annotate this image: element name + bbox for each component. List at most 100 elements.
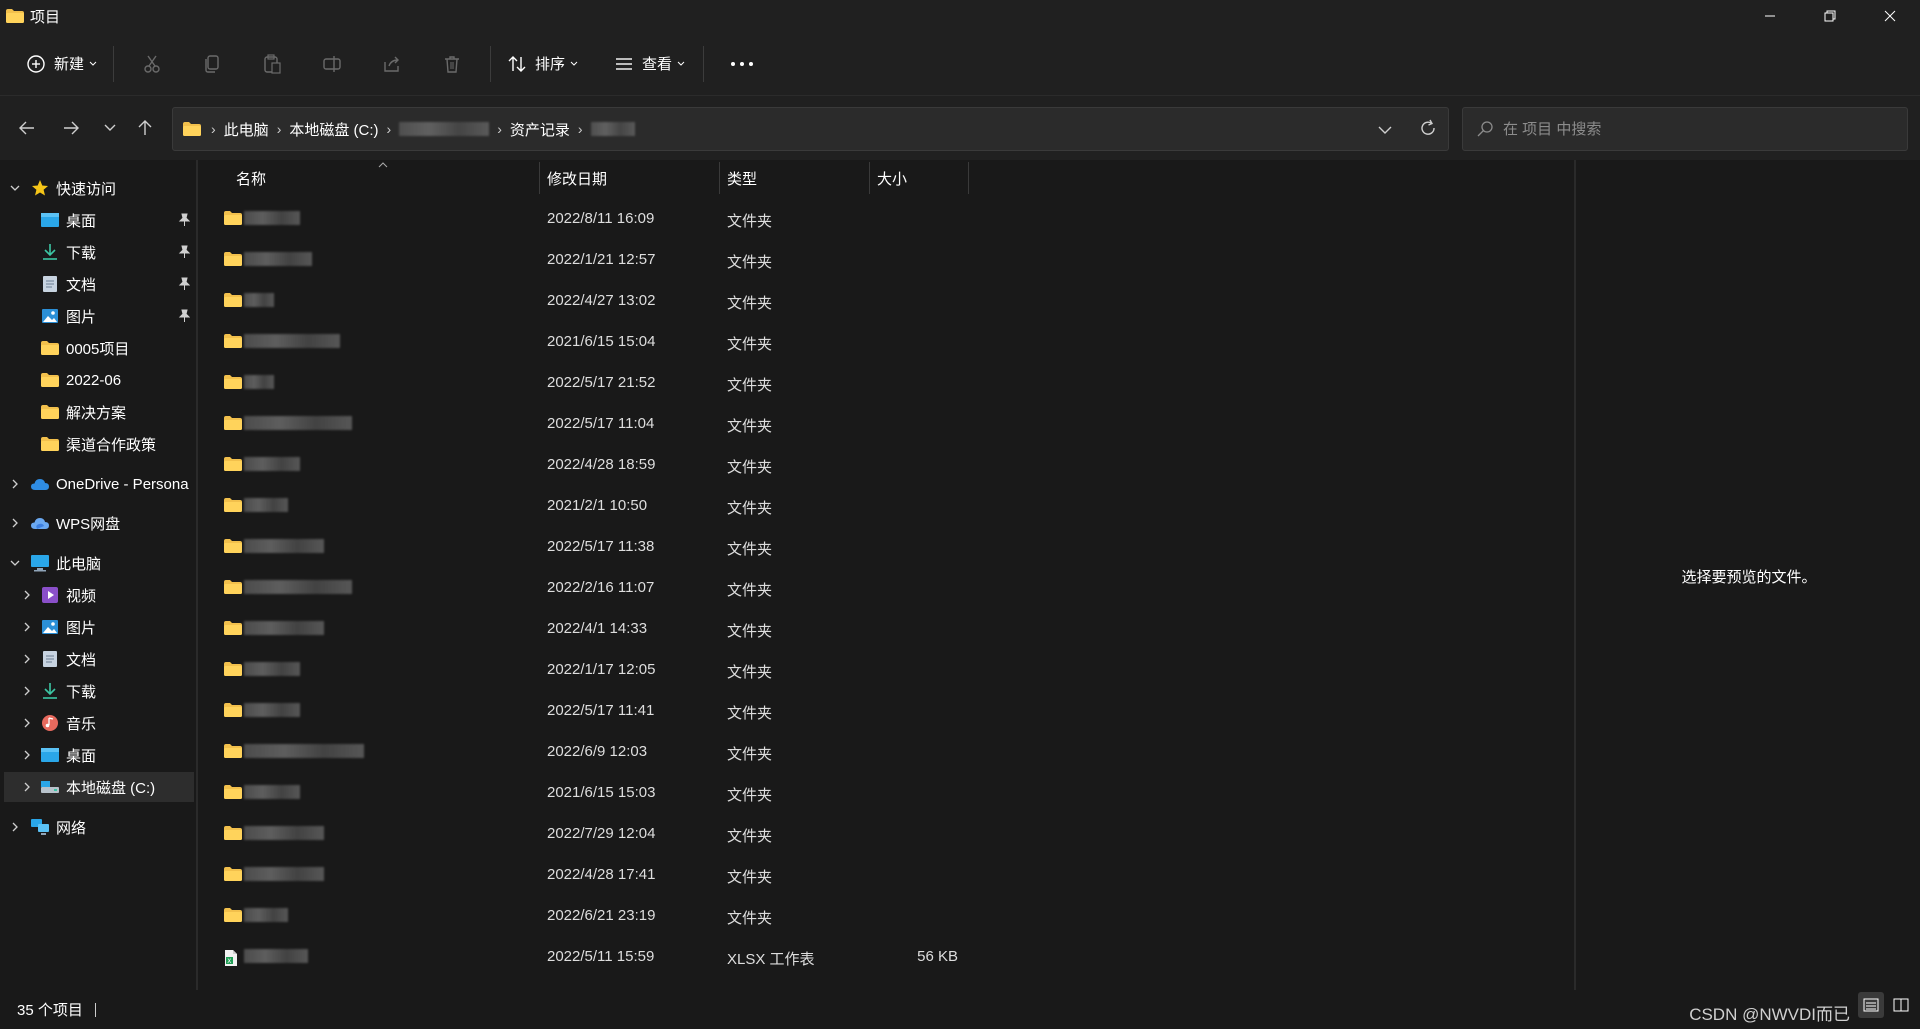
file-row[interactable]: 2022/4/27 13:02 文件夹 [198, 281, 1558, 322]
pin-icon[interactable] [178, 277, 190, 291]
column-separator[interactable] [869, 162, 870, 194]
chevron-right-icon[interactable] [20, 588, 34, 602]
address-bar[interactable]: › 此电脑 › 本地磁盘 (C:) › › 资产记录 › [172, 107, 1449, 151]
folder-icon [224, 252, 242, 266]
tiles-view-button[interactable] [1888, 992, 1914, 1018]
file-row[interactable]: 2022/4/1 14:33 文件夹 [198, 609, 1558, 650]
file-row[interactable]: 2022/1/17 12:05 文件夹 [198, 650, 1558, 691]
breadcrumb-item[interactable]: 本地磁盘 (C:) [289, 119, 378, 140]
file-row[interactable]: 2022/5/17 11:04 文件夹 [198, 404, 1558, 445]
sidebar-item-this-pc[interactable]: 此电脑 [0, 548, 196, 578]
sidebar-item-folder[interactable]: 0005项目 [0, 333, 196, 363]
new-button[interactable]: 新建 [18, 44, 105, 84]
restore-button[interactable] [1800, 0, 1860, 32]
file-row[interactable]: 2021/6/15 15:04 文件夹 [198, 322, 1558, 363]
close-button[interactable] [1860, 0, 1920, 32]
column-header-name[interactable]: 名称 [236, 160, 266, 196]
chevron-down-icon[interactable] [8, 556, 22, 570]
sidebar-item-folder[interactable]: 解决方案 [0, 397, 196, 427]
more-options-button[interactable] [712, 44, 772, 84]
sidebar-item-documents[interactable]: 文档 [0, 644, 196, 674]
folder-icon [224, 662, 242, 676]
sidebar-item-pictures[interactable]: 图片 [0, 301, 196, 331]
chevron-right-icon[interactable] [20, 716, 34, 730]
up-button[interactable] [131, 114, 159, 142]
forward-button[interactable] [57, 114, 85, 142]
file-row[interactable]: 2022/1/21 12:57 文件夹 [198, 240, 1558, 281]
file-row[interactable]: 2022/5/17 11:38 文件夹 [198, 527, 1558, 568]
sidebar-quick-access[interactable]: 快速访问 [0, 173, 196, 203]
file-row[interactable]: 2022/2/16 11:07 文件夹 [198, 568, 1558, 609]
file-row[interactable]: 2022/8/11 16:09 文件夹 [198, 199, 1558, 240]
minimize-button[interactable] [1740, 0, 1800, 32]
breadcrumb-item[interactable]: 资产记录 [510, 119, 570, 140]
chevron-right-icon[interactable] [20, 748, 34, 762]
paste-button[interactable] [242, 44, 302, 84]
chevron-right-icon[interactable] [8, 477, 22, 491]
sidebar-item-desktop[interactable]: 桌面 [0, 205, 196, 235]
cut-button[interactable] [122, 44, 182, 84]
column-header-type[interactable]: 类型 [727, 160, 757, 196]
file-date: 2022/1/21 12:57 [547, 251, 656, 268]
search-box[interactable] [1462, 107, 1908, 151]
column-header-size[interactable]: 大小 [877, 160, 907, 196]
rename-button[interactable] [302, 44, 362, 84]
redacted-breadcrumb[interactable] [399, 122, 490, 136]
chevron-right-icon[interactable] [20, 780, 34, 794]
chevron-right-icon[interactable] [8, 516, 22, 530]
sidebar-item-music[interactable]: 音乐 [0, 708, 196, 738]
sidebar-item-wps-drive[interactable]: WPS网盘 [0, 508, 196, 538]
plus-circle-icon [27, 54, 45, 73]
file-row[interactable]: 2022/4/28 18:59 文件夹 [198, 445, 1558, 486]
copy-button[interactable] [182, 44, 242, 84]
chevron-right-icon[interactable] [20, 620, 34, 634]
sidebar-item-local-disk[interactable]: 本地磁盘 (C:) [4, 772, 194, 802]
file-row[interactable]: 2021/6/15 15:03 文件夹 [198, 773, 1558, 814]
share-button[interactable] [362, 44, 422, 84]
sidebar-item-network[interactable]: 网络 [0, 812, 196, 842]
pin-icon[interactable] [178, 309, 190, 323]
sidebar-item-downloads[interactable]: 下载 [0, 237, 196, 267]
redacted-breadcrumb[interactable] [590, 122, 635, 136]
column-separator[interactable] [968, 162, 969, 194]
file-row[interactable]: X 2022/5/11 15:59 XLSX 工作表 56 KB [198, 937, 1558, 978]
view-button[interactable]: 查看 [606, 44, 693, 84]
column-separator[interactable] [539, 162, 540, 194]
delete-button[interactable] [422, 44, 482, 84]
column-separator[interactable] [719, 162, 720, 194]
sidebar-item-videos[interactable]: 视频 [0, 580, 196, 610]
chevron-down-icon[interactable] [8, 181, 22, 195]
window-title: 项目 [30, 8, 61, 26]
copy-icon [205, 54, 219, 73]
details-view-button[interactable] [1858, 992, 1884, 1018]
file-row[interactable]: 2022/5/17 21:52 文件夹 [198, 363, 1558, 404]
sidebar-item-pictures[interactable]: 图片 [0, 612, 196, 642]
file-row[interactable]: 2022/4/28 17:41 文件夹 [198, 855, 1558, 896]
file-date: 2022/5/17 21:52 [547, 374, 656, 391]
column-header-date[interactable]: 修改日期 [547, 160, 607, 196]
file-row[interactable]: 2021/2/1 10:50 文件夹 [198, 486, 1558, 527]
file-row[interactable]: 2022/6/21 23:19 文件夹 [198, 896, 1558, 937]
address-dropdown-button[interactable] [1378, 122, 1392, 139]
sidebar-item-desktop[interactable]: 桌面 [0, 740, 196, 770]
pin-icon[interactable] [178, 213, 190, 227]
file-row[interactable]: 2022/7/29 12:04 文件夹 [198, 814, 1558, 855]
pin-icon[interactable] [178, 245, 190, 259]
file-row[interactable]: 2022/5/17 11:41 文件夹 [198, 691, 1558, 732]
sort-button[interactable]: 排序 [499, 44, 586, 84]
chevron-right-icon[interactable] [20, 652, 34, 666]
sidebar-item-folder[interactable]: 渠道合作政策 [0, 429, 196, 459]
search-input[interactable] [1503, 120, 1883, 138]
sidebar-item-onedrive[interactable]: OneDrive - Persona [0, 469, 196, 499]
chevron-right-icon[interactable] [8, 820, 22, 834]
sidebar-item-downloads[interactable]: 下载 [0, 676, 196, 706]
sidebar-item-folder[interactable]: 2022-06 [0, 365, 196, 395]
file-type: 文件夹 [727, 582, 773, 599]
chevron-right-icon[interactable] [20, 684, 34, 698]
refresh-button[interactable] [1419, 119, 1437, 141]
back-button[interactable] [13, 114, 41, 142]
breadcrumb-item[interactable]: 此电脑 [224, 119, 269, 140]
file-row[interactable]: 2022/6/9 12:03 文件夹 [198, 732, 1558, 773]
sidebar-item-documents[interactable]: 文档 [0, 269, 196, 299]
recent-locations-button[interactable] [96, 114, 124, 142]
